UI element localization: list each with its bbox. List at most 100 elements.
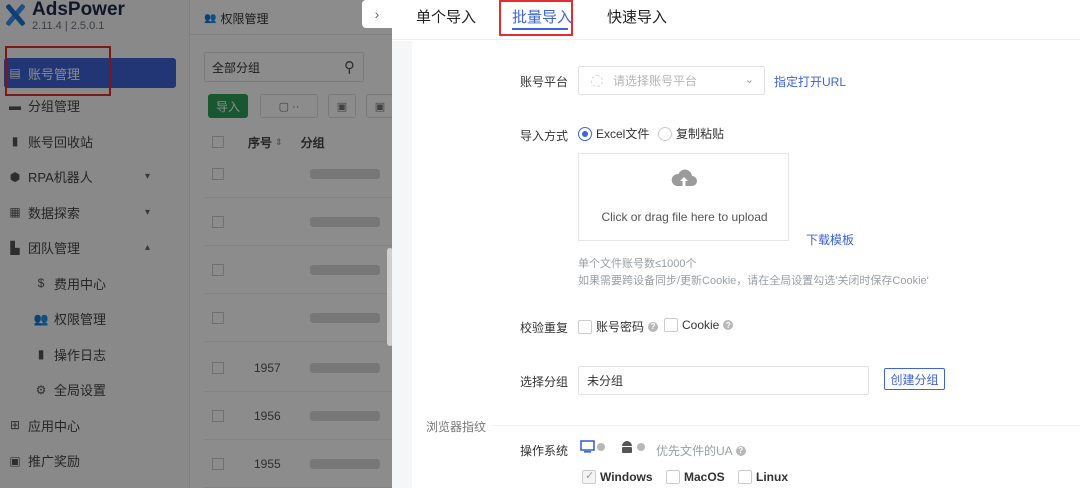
select-all-checkbox[interactable] [212, 136, 224, 148]
import-drawer: 单个导入 批量导入 快速导入 账号平台 请选择账号平台 ⌄ 指定打开URL 导入… [392, 0, 1080, 488]
blurred-cell [310, 410, 380, 421]
table-row[interactable] [204, 198, 392, 246]
group-filter-select[interactable]: 全部分组 ⚲ [204, 52, 364, 82]
sidebar-item-label: 账号回收站 [28, 134, 94, 150]
checkbox-label: 账号密码 [596, 320, 645, 334]
divider [492, 425, 1080, 426]
group-select[interactable]: 未分组 [578, 366, 869, 395]
os-option-label: Windows [600, 470, 653, 484]
row-seq: 1955 [254, 456, 281, 471]
sidebar-item-team[interactable]: ▙ 团队管理 ▴ [0, 230, 190, 266]
blurred-cell [310, 264, 380, 275]
column-header-seq[interactable]: 序号 [248, 134, 272, 151]
divider [190, 34, 392, 35]
ua-priority-hint: 优先文件的UA ? [656, 442, 746, 459]
os-option-macos[interactable]: MacOS [666, 470, 725, 484]
help-icon[interactable]: ? [735, 445, 746, 456]
row-checkbox[interactable] [212, 311, 224, 324]
toolbar-button[interactable]: ▣ [328, 94, 356, 118]
sidebar-item-apps[interactable]: ⊞ 应用中心 [0, 408, 190, 444]
row-checkbox[interactable] [212, 215, 224, 228]
sidebar-item-recycle-bin[interactable]: ▮ 账号回收站 [0, 124, 190, 160]
os-option-linux[interactable]: Linux [738, 470, 788, 484]
table-row[interactable] [204, 150, 392, 198]
app-name: AdsPower [32, 0, 125, 20]
os-option-windows[interactable]: Windows [582, 469, 653, 484]
blurred-cell [310, 216, 380, 227]
help-icon[interactable]: ? [723, 320, 734, 330]
monitor-icon[interactable] [580, 440, 606, 457]
tab-quick-import[interactable]: 快速导入 [607, 6, 667, 27]
group-label: 选择分组 [519, 375, 568, 389]
table-row[interactable]: 1956 [204, 392, 392, 440]
sidebar-item-rpa[interactable]: ⬢ RPA机器人 ▾ [0, 159, 190, 195]
sidebar-item-referral[interactable]: ▣ 推广奖励 [0, 443, 190, 479]
account-list-panel: 👥 权限管理 全部分组 ⚲ 导入 ▢ ·· ▣ ▣ 序号 ⇕ 分组 1957 1… [190, 0, 392, 488]
sidebar-item-data[interactable]: ▦ 数据探索 ▾ [0, 195, 190, 231]
team-icon: ▙ [10, 240, 20, 255]
users-icon: 👥 [33, 311, 49, 326]
row-checkbox[interactable] [212, 167, 224, 180]
fingerprint-section-title: 浏览器指纹 [426, 420, 487, 434]
folder-icon: ▬ [9, 98, 21, 113]
grid-icon: ⊞ [9, 418, 21, 433]
platform-label: 账号平台 [519, 75, 568, 89]
checkbox-account-password[interactable]: 账号密码 ? [578, 318, 659, 335]
collapse-drawer-button[interactable]: › [362, 0, 392, 28]
os-option-label: MacOS [684, 470, 725, 484]
highlight-box-batch-import [499, 0, 573, 36]
os-option-label: Linux [756, 470, 788, 484]
tab-label: 权限管理 [220, 12, 269, 26]
sidebar-item-settings[interactable]: ⚙ 全局设置 [0, 372, 190, 408]
checkbox-box [578, 319, 592, 334]
file-upload-dropzone[interactable]: Click or drag file here to upload [578, 153, 789, 241]
sort-icon[interactable]: ⇕ [275, 137, 283, 148]
chevron-down-icon: ▾ [144, 206, 150, 218]
toolbar-button[interactable]: ▣ [366, 94, 392, 118]
cloud-upload-icon [671, 169, 697, 186]
create-group-button[interactable]: 创建分组 [884, 368, 945, 390]
table-row[interactable] [204, 246, 392, 294]
row-checkbox[interactable] [212, 263, 224, 276]
table-row[interactable] [204, 294, 392, 342]
help-icon[interactable]: ? [648, 321, 659, 332]
radio-excel[interactable]: Excel文件 [578, 125, 649, 142]
search-icon[interactable]: ⚲ [344, 58, 355, 76]
platform-select[interactable]: 请选择账号平台 ⌄ [578, 66, 765, 95]
row-checkbox[interactable] [212, 361, 224, 374]
platform-placeholder: 请选择账号平台 [613, 74, 698, 88]
import-button[interactable]: 导入 [208, 94, 248, 118]
sidebar-item-logs[interactable]: ▮ 操作日志 [0, 337, 190, 373]
group-value: 未分组 [587, 374, 624, 388]
chevron-up-icon: ▴ [144, 242, 150, 254]
app-version: 2.11.4 | 2.5.0.1 [32, 20, 105, 32]
sidebar-item-permissions[interactable]: 👥 权限管理 [0, 301, 190, 337]
table-row[interactable]: 1957 [204, 344, 392, 392]
adspower-logo-icon [4, 4, 26, 26]
tab-single-import[interactable]: 单个导入 [416, 6, 476, 27]
checkbox-cookie[interactable]: Cookie ? [664, 318, 734, 332]
row-checkbox[interactable] [212, 409, 224, 422]
users-icon: 👥 [204, 13, 217, 24]
row-checkbox[interactable] [212, 457, 224, 470]
radio-label: Excel文件 [596, 127, 650, 141]
upload-text: Click or drag file here to upload [601, 210, 768, 224]
blurred-cell [310, 458, 380, 469]
sidebar-item-label: 费用中心 [54, 276, 107, 292]
android-icon[interactable] [620, 440, 646, 457]
sidebar-item-label: RPA机器人 [28, 170, 93, 186]
dollar-icon: $ [37, 276, 45, 291]
sidebar-nav: ▤ 账号管理 ▬ 分组管理 ▮ 账号回收站 ⬢ RPA机器人 ▾ ▦ 数据探索 … [0, 58, 190, 479]
tab-permissions[interactable]: 👥 权限管理 [204, 10, 268, 27]
radio-paste[interactable]: 复制粘贴 [658, 125, 724, 142]
chart-icon: ▦ [9, 205, 21, 220]
column-header-group[interactable]: 分组 [301, 134, 325, 151]
specify-url-link[interactable]: 指定打开URL [774, 73, 846, 90]
sidebar-item-label: 分组管理 [28, 99, 81, 115]
app-logo: AdsPower 2.11.4 | 2.5.0.1 [4, 0, 125, 40]
sidebar-item-billing[interactable]: $ 费用中心 [0, 266, 190, 302]
table-row[interactable]: 1955 [204, 440, 392, 488]
chevron-right-icon: › [374, 6, 380, 22]
download-template-link[interactable]: 下载模板 [806, 231, 854, 248]
toolbar-button[interactable]: ▢ ·· [260, 94, 318, 118]
